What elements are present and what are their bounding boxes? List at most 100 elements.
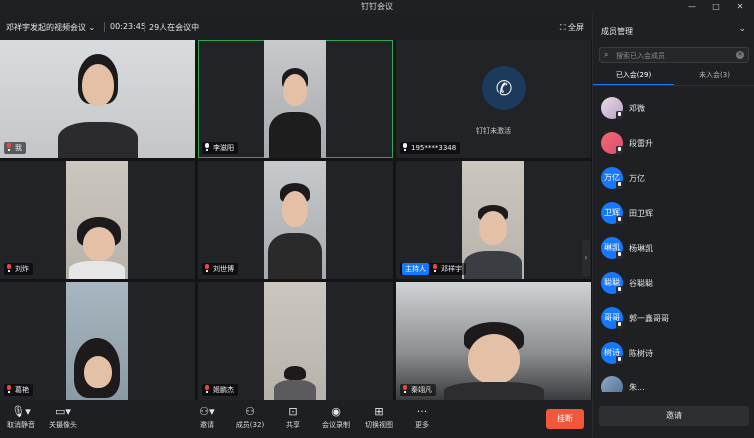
participant-name: 秦翊凡 [411, 386, 432, 394]
mic-muted-icon [402, 385, 408, 393]
fullscreen-icon: ⛶ [559, 23, 566, 32]
mic-icon [616, 111, 623, 119]
maximize-icon[interactable]: □ [706, 0, 726, 14]
fullscreen-label: 全屏 [568, 23, 584, 32]
clear-search-icon[interactable]: ✕ [736, 51, 744, 59]
elapsed-time: 00:23:45 [110, 22, 146, 31]
member-item[interactable]: 邓微 [601, 97, 751, 121]
meeting-info-bar: 邓祥宇发起的视频会议 ⌄ 00:23:45 29人在会议中 ⛶ 全屏 [0, 14, 592, 40]
member-item[interactable]: 琳凯 杨琳凯 [601, 237, 751, 261]
participant-figure [266, 366, 324, 400]
video-tile[interactable]: 主持人 邓祥宇 [396, 161, 591, 279]
video-feed [396, 282, 591, 400]
mic-muted-icon [6, 264, 12, 272]
video-feed [264, 40, 326, 158]
member-item[interactable]: 树诗 陈树诗 [601, 342, 751, 366]
members-label: 成员(32) [235, 421, 265, 429]
participant-count: 29人在会议中 [149, 23, 200, 32]
member-name: 朱... [629, 383, 645, 392]
mic-muted-icon [204, 264, 210, 272]
participant-figure [443, 322, 544, 400]
member-name: 田卫辉 [629, 209, 653, 218]
member-name: 谷聪聪 [629, 279, 653, 288]
camera-icon: ▭▾ [55, 405, 71, 418]
meeting-app: 钉钉会议 — □ ✕ 邓祥宇发起的视频会议 ⌄ 00:23:45 29人在会议中… [0, 0, 754, 438]
member-item[interactable]: 万亿 万亿 [601, 167, 751, 191]
minimize-icon[interactable]: — [682, 0, 702, 14]
tab-joined[interactable]: 已入会(29) [593, 70, 674, 86]
close-icon[interactable]: ✕ [730, 0, 750, 14]
more-button[interactable]: ··· 更多 [397, 404, 447, 434]
mic-icon [402, 143, 408, 151]
participant-label: 姬鹏杰 [202, 384, 238, 396]
participant-label: 195****3348 [400, 142, 461, 154]
mic-icon [616, 356, 623, 364]
chevron-down-icon: ⌄ [88, 23, 96, 32]
title-bar: 钉钉会议 — □ ✕ [0, 0, 754, 14]
member-search-input[interactable] [616, 50, 726, 61]
member-item[interactable]: 卫辉 田卫辉 [601, 202, 751, 226]
participant-label: 李滋阳 [202, 142, 238, 154]
participant-label: 刘世博 [202, 263, 238, 275]
video-feed [66, 282, 128, 400]
mic-muted-icon [6, 385, 12, 393]
video-tile-speaking[interactable]: 李滋阳 [198, 40, 393, 158]
video-tile[interactable]: 秦翊凡 [396, 282, 591, 400]
next-page-arrow[interactable]: › [582, 240, 590, 276]
participant-name: 邓祥宇 [441, 265, 462, 273]
mic-icon [616, 146, 623, 154]
video-tile[interactable]: 我 [0, 40, 195, 158]
mic-icon [616, 216, 623, 224]
participant-figure [266, 183, 324, 279]
mic-muted-icon [432, 264, 438, 272]
video-feed [264, 161, 326, 279]
member-name: 万亿 [629, 174, 645, 183]
collapse-panel-icon[interactable]: ⌄ [738, 24, 746, 34]
member-name: 段雷升 [629, 139, 653, 148]
member-search[interactable]: ⌕ ✕ [599, 47, 749, 63]
fullscreen-button[interactable]: ⛶ 全屏 [560, 22, 584, 33]
member-name: 杨琳凯 [629, 244, 653, 253]
participant-label: 秦翊凡 [400, 384, 436, 396]
member-item[interactable]: 段雷升 [601, 132, 751, 156]
search-icon: ⌕ [604, 50, 609, 59]
video-tile[interactable]: 刘世博 [198, 161, 393, 279]
more-dots-icon: ··· [416, 405, 428, 418]
member-item[interactable]: 聪聪 谷聪聪 [601, 272, 751, 296]
camera-button[interactable]: ▭▾ 关摄像头 [38, 404, 88, 434]
participant-name: 葛艳 [15, 386, 29, 394]
bottom-toolbar: 🎙▾ 取消静音 ▭▾ 关摄像头 ⚇▾ 邀请 ⚇ 成员(32) ⊡ 共享 ◉ 会议录制 ⊞ 切换… [0, 400, 592, 438]
video-feed [462, 161, 524, 279]
member-item[interactable]: 朱... [601, 376, 751, 392]
participant-figure [267, 68, 323, 158]
video-tile[interactable]: 姬鹏杰 [198, 282, 393, 400]
phone-icon: ✆ [495, 76, 513, 100]
divider [104, 22, 105, 32]
mic-icon [616, 286, 623, 294]
avatar [601, 376, 623, 392]
video-grid: 我 李滋阳 ✆ 钉钉未激活 195****3348 刘炸 刘世博 主持人 邓祥宇… [0, 40, 592, 400]
invite-members-button[interactable]: 邀请 [599, 406, 749, 426]
member-panel: 成员管理 ⌄ ⌕ ✕ 已入会(29) 未入会(3) 邓微 段雷升 万亿 万亿 卫… [592, 14, 754, 438]
video-tile[interactable]: 刘炸 [0, 161, 195, 279]
video-feed [264, 282, 326, 400]
participant-name: 我 [15, 144, 22, 152]
video-tile[interactable]: 葛艳 [0, 282, 195, 400]
more-label: 更多 [415, 421, 429, 429]
participant-figure [464, 205, 522, 279]
hangup-button[interactable]: 挂断 [546, 409, 584, 429]
host-badge: 主持人 [402, 263, 429, 275]
member-item[interactable]: 哥哥 郭一鑫哥哥 [601, 307, 751, 331]
participant-label: 主持人 邓祥宇 [400, 263, 466, 275]
camera-label: 关摄像头 [49, 421, 77, 429]
participant-label: 刘炸 [4, 263, 33, 275]
tab-not-joined[interactable]: 未入会(3) [674, 70, 754, 84]
mic-icon [616, 321, 623, 329]
participant-name: 195****3348 [411, 144, 457, 152]
video-tile[interactable]: ✆ 钉钉未激活 195****3348 [396, 40, 591, 158]
meeting-name-dropdown[interactable]: 邓祥宇发起的视频会议 ⌄ [6, 22, 95, 33]
participant-figure [69, 209, 125, 279]
window-title: 钉钉会议 [361, 2, 393, 11]
panel-title: 成员管理 [601, 27, 633, 36]
participant-label: 我 [4, 142, 26, 154]
